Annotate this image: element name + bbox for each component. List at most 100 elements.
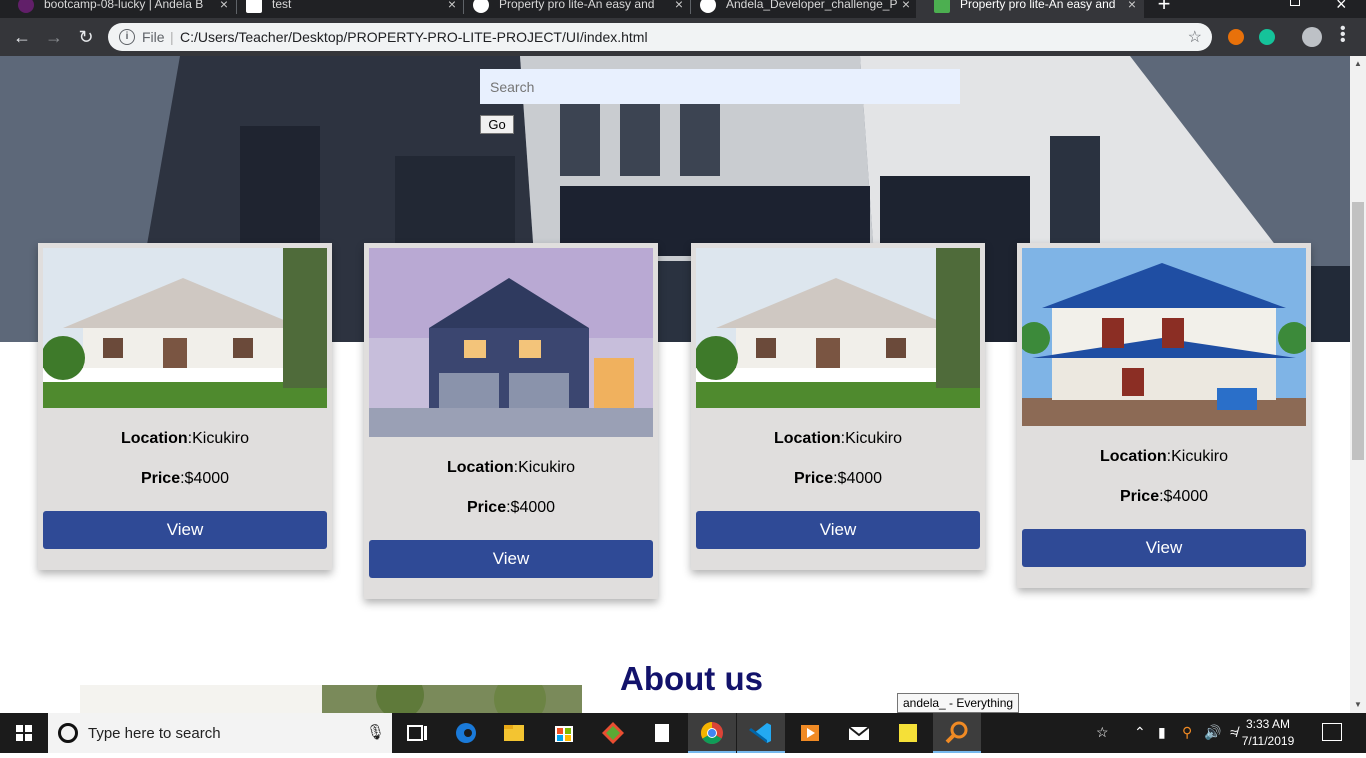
volume-icon[interactable]: 🔊 (1204, 724, 1221, 741)
menu-dots-icon[interactable]: • • • (1340, 21, 1348, 49)
location-value: :Kicukiro (513, 459, 576, 476)
price-value: :$4000 (180, 470, 230, 487)
task-view-icon[interactable] (392, 713, 440, 753)
property-price: Price:$4000 (364, 499, 658, 517)
git-icon[interactable] (589, 713, 637, 753)
people-icon[interactable]: ☆ (1096, 724, 1109, 741)
close-tab-icon[interactable]: × (902, 0, 910, 14)
github-icon (473, 0, 489, 13)
grammarly-icon[interactable] (1259, 29, 1275, 45)
github-icon (700, 0, 716, 13)
property-price: Price:$4000 (38, 470, 332, 488)
price-label: Price (793, 470, 834, 487)
scroll-up-icon[interactable]: ▲ (1354, 59, 1362, 68)
close-window-icon[interactable]: × (1336, 0, 1347, 15)
action-center-icon[interactable] (1322, 723, 1342, 741)
restore-window-icon[interactable] (1290, 0, 1300, 6)
scroll-thumb[interactable] (1352, 202, 1364, 460)
forward-icon[interactable]: → (44, 27, 64, 47)
media-player-icon[interactable] (786, 713, 834, 753)
search-input[interactable] (480, 69, 960, 104)
tab-title: Property pro lite-An easy and (960, 0, 1116, 11)
view-button[interactable]: View (369, 540, 653, 578)
tab-test[interactable]: test × (228, 0, 464, 18)
extension-fire-icon[interactable] (1228, 29, 1244, 45)
page-viewport: Go Location:Kicukiro Price:$4000 View (0, 56, 1350, 713)
slack-icon (18, 0, 34, 13)
scroll-down-icon[interactable]: ▼ (1354, 700, 1362, 709)
close-tab-icon[interactable]: × (220, 0, 228, 14)
property-card: Location:Kicukiro Price:$4000 View (38, 243, 332, 570)
tab-strip: bootcamp-08-lucky | Andela B × test × Pr… (0, 0, 1366, 18)
page-scrollbar[interactable]: ▲ ▼ (1350, 56, 1366, 713)
price-label: Price (466, 499, 507, 516)
taskbar-clock[interactable]: 3:33 AM 7/11/2019 (1226, 716, 1310, 750)
property-location: Location:Kicukiro (1017, 448, 1311, 466)
edge-icon[interactable] (442, 713, 490, 753)
tab-bootcamp[interactable]: bootcamp-08-lucky | Andela B × (0, 0, 236, 18)
address-bar[interactable]: i File | C:/Users/Teacher/Desktop/PROPER… (108, 23, 1212, 51)
info-icon[interactable]: i (119, 29, 135, 45)
sticky-notes-icon[interactable] (884, 713, 932, 753)
battery-icon[interactable]: ▮ (1158, 724, 1166, 741)
about-image (80, 685, 582, 713)
location-label: Location (1099, 448, 1167, 465)
clock-time: 3:33 AM (1245, 717, 1291, 731)
file-explorer-icon[interactable] (490, 713, 538, 753)
cortana-icon[interactable] (58, 723, 78, 743)
taskbar-search-box[interactable]: Type here to search 🎙 (48, 713, 392, 753)
bookmark-star-icon[interactable]: ☆ (1188, 27, 1202, 47)
codepen-icon (246, 0, 262, 13)
everything-tray-icon[interactable]: ⚲ (1182, 724, 1192, 741)
back-icon[interactable]: ← (12, 27, 32, 47)
page-favicon-icon (934, 0, 950, 13)
close-tab-icon[interactable]: × (1128, 0, 1136, 14)
mail-icon[interactable] (835, 713, 883, 753)
scheme-label: File (142, 29, 165, 45)
browser-toolbar: ← → ↻ i File | C:/Users/Teacher/Desktop/… (0, 18, 1366, 56)
location-label: Location (773, 430, 841, 447)
tab-property-pro-active[interactable]: Property pro lite-An easy and × (916, 0, 1144, 18)
store-icon[interactable] (540, 713, 588, 753)
view-button[interactable]: View (43, 511, 327, 549)
property-image-cottage (696, 248, 980, 408)
location-value: :Kicukiro (1166, 448, 1229, 465)
go-button[interactable]: Go (480, 115, 514, 134)
taskbar-tooltip: andela_ - Everything (897, 693, 1020, 713)
property-image-villa (1022, 248, 1306, 426)
address-separator: | (170, 29, 174, 45)
location-value: :Kicukiro (840, 430, 903, 447)
price-label: Price (140, 470, 181, 487)
property-location: Location:Kicukiro (38, 430, 332, 448)
reload-icon[interactable]: ↻ (76, 27, 96, 47)
notepad-icon[interactable] (638, 713, 686, 753)
clock-date: 7/11/2019 (1241, 734, 1295, 748)
tab-title: test (272, 0, 292, 11)
vscode-icon[interactable] (737, 713, 785, 753)
tab-title: Andela_Developer_challenge_P (726, 0, 898, 11)
taskbar-search-placeholder: Type here to search (88, 725, 221, 742)
tab-property-pro[interactable]: Property pro lite-An easy and × (455, 0, 691, 18)
property-card: Location:Kicukiro Price:$4000 View (364, 243, 658, 599)
tab-developer-challenge[interactable]: Andela_Developer_challenge_P × (682, 0, 918, 18)
price-value: :$4000 (506, 499, 556, 516)
everything-search-icon[interactable] (933, 713, 981, 753)
price-value: :$4000 (1159, 488, 1209, 505)
property-card: Location:Kicukiro Price:$4000 View (1017, 243, 1311, 588)
property-location: Location:Kicukiro (364, 459, 658, 477)
show-hidden-icons-icon[interactable]: ⌃ (1134, 724, 1146, 741)
property-price: Price:$4000 (1017, 488, 1311, 506)
location-label: Location (446, 459, 514, 476)
microphone-icon[interactable]: 🎙 (366, 723, 385, 741)
profile-avatar-icon[interactable] (1302, 27, 1322, 47)
property-card: Location:Kicukiro Price:$4000 View (691, 243, 985, 570)
chrome-icon[interactable] (688, 713, 736, 753)
view-button[interactable]: View (1022, 529, 1306, 567)
windows-start-icon[interactable] (0, 713, 48, 753)
property-image-modern-house (369, 248, 653, 437)
url-text[interactable]: C:/Users/Teacher/Desktop/PROPERTY-PRO-LI… (180, 29, 648, 45)
new-tab-button[interactable]: + (1151, 0, 1177, 16)
view-button[interactable]: View (696, 511, 980, 549)
tab-title: Property pro lite-An easy and (499, 0, 655, 11)
about-us-heading: About us (620, 660, 763, 697)
